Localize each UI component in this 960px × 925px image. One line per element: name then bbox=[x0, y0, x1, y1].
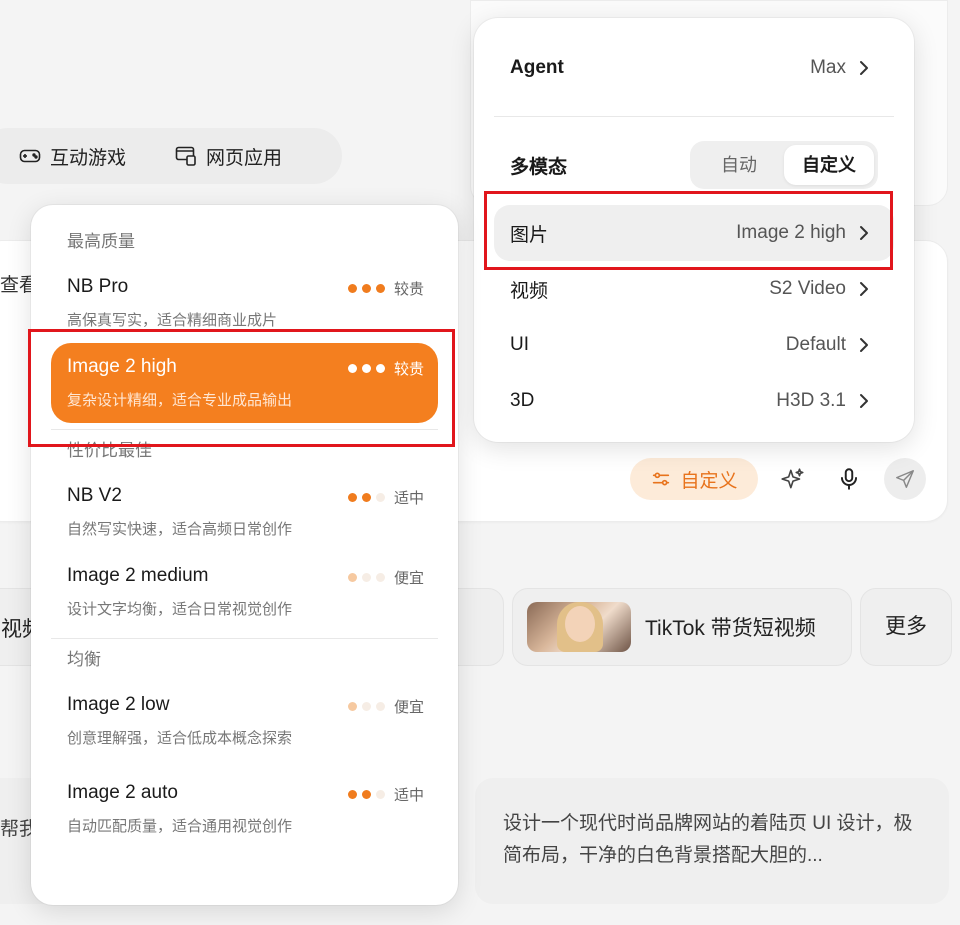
cost-indicator: 适中 bbox=[347, 487, 424, 508]
cost-indicator: 便宜 bbox=[347, 696, 424, 717]
cost-label: 便宜 bbox=[393, 570, 424, 587]
cost-label: 适中 bbox=[393, 787, 424, 804]
3d-model-value: H3D 3.1 bbox=[776, 390, 846, 411]
chevron-right-icon bbox=[860, 282, 868, 296]
cost-indicator: 较贵 bbox=[347, 278, 424, 299]
cost-label: 适中 bbox=[393, 490, 424, 507]
segment-auto[interactable]: 自动 bbox=[694, 145, 784, 185]
model-option-nb-v2[interactable]: NB V2 自然写实快速，适合高频日常创作 适中 bbox=[51, 472, 438, 552]
ui-model-label: UI bbox=[510, 334, 529, 355]
sparkle-button[interactable] bbox=[778, 464, 808, 494]
webapp-icon bbox=[175, 146, 196, 166]
model-desc: 高保真写实，适合精细商业成片 bbox=[67, 312, 278, 329]
multimodal-segmented-control: 自动 自定义 bbox=[690, 141, 878, 189]
3d-model-label: 3D bbox=[510, 390, 535, 411]
send-button[interactable] bbox=[884, 458, 926, 500]
custom-settings-chip[interactable]: 自定义 bbox=[630, 458, 758, 500]
multimodal-label: 多模态 bbox=[510, 156, 568, 178]
cost-indicator: 适中 bbox=[347, 784, 424, 805]
segment-custom[interactable]: 自定义 bbox=[784, 145, 874, 185]
highlight-box-selected-model bbox=[28, 329, 455, 447]
chevron-right-icon bbox=[860, 394, 868, 408]
cost-label: 较贵 bbox=[393, 281, 424, 298]
example-chip-tiktok[interactable]: TikTok 带货短视频 bbox=[512, 588, 852, 666]
3d-model-row[interactable]: 3D H3D 3.1 bbox=[494, 373, 894, 429]
video-model-value: S2 Video bbox=[769, 278, 846, 299]
type-web-app-label: 网页应用 bbox=[206, 147, 283, 169]
type-interactive-game-label: 互动游戏 bbox=[50, 147, 127, 169]
multimodal-row: 多模态 自动 自定义 bbox=[494, 137, 894, 193]
ui-model-row[interactable]: UI Default bbox=[494, 317, 894, 373]
send-icon bbox=[896, 470, 914, 488]
suggestion-card-right[interactable]: 设计一个现代时尚品牌网站的着陆页 UI 设计，极简布局，干净的白色背景搭配大胆的… bbox=[475, 778, 949, 904]
agent-value: Max bbox=[810, 57, 846, 78]
image-model-dropdown: 最高质量 NB Pro 高保真写实，适合精细商业成片 较贵 Image 2 hi… bbox=[31, 205, 458, 905]
cost-indicator: 便宜 bbox=[347, 567, 424, 588]
highlight-box-image-row bbox=[484, 191, 893, 270]
tiktok-thumbnail bbox=[527, 602, 631, 652]
type-interactive-game[interactable]: 互动游戏 bbox=[18, 143, 126, 170]
custom-settings-chip-label: 自定义 bbox=[680, 470, 738, 492]
group-label-best-quality: 最高质量 bbox=[67, 232, 135, 251]
type-web-app[interactable]: 网页应用 bbox=[174, 143, 282, 170]
ui-model-value: Default bbox=[785, 334, 846, 355]
group-label-balanced: 均衡 bbox=[67, 650, 101, 669]
example-chip-tiktok-label: TikTok 带货短视频 bbox=[645, 617, 816, 640]
model-desc: 设计文字均衡，适合日常视觉创作 bbox=[67, 601, 293, 618]
suggestion-card-right-text: 设计一个现代时尚品牌网站的着陆页 UI 设计，极简布局，干净的白色背景搭配大胆的… bbox=[503, 813, 913, 866]
model-option-image-2-auto[interactable]: Image 2 auto 自动匹配质量，适合通用视觉创作 适中 bbox=[51, 769, 438, 849]
sliders-icon bbox=[653, 472, 670, 486]
chevron-right-icon bbox=[860, 338, 868, 352]
chevron-right-icon bbox=[860, 61, 868, 75]
agent-row[interactable]: Agent Max bbox=[494, 40, 894, 96]
model-option-image-2-medium[interactable]: Image 2 medium 设计文字均衡，适合日常视觉创作 便宜 bbox=[51, 552, 438, 632]
model-desc: 创意理解强，适合低成本概念探索 bbox=[67, 730, 293, 747]
microphone-button[interactable] bbox=[834, 464, 864, 494]
sparkle-icon bbox=[781, 468, 804, 489]
agent-label: Agent bbox=[510, 57, 564, 78]
more-examples-button[interactable]: 更多 bbox=[860, 588, 952, 666]
gamepad-icon bbox=[19, 149, 41, 163]
video-model-label: 视频 bbox=[510, 280, 549, 302]
microphone-icon bbox=[840, 468, 858, 490]
model-option-image-2-low[interactable]: Image 2 low 创意理解强，适合低成本概念探索 便宜 bbox=[51, 681, 438, 761]
model-desc: 自然写实快速，适合高频日常创作 bbox=[67, 521, 293, 538]
creation-type-bar: 互动游戏 网页应用 bbox=[0, 128, 342, 184]
cost-label: 便宜 bbox=[393, 699, 424, 716]
model-desc: 自动匹配质量，适合通用视觉创作 bbox=[67, 818, 293, 835]
